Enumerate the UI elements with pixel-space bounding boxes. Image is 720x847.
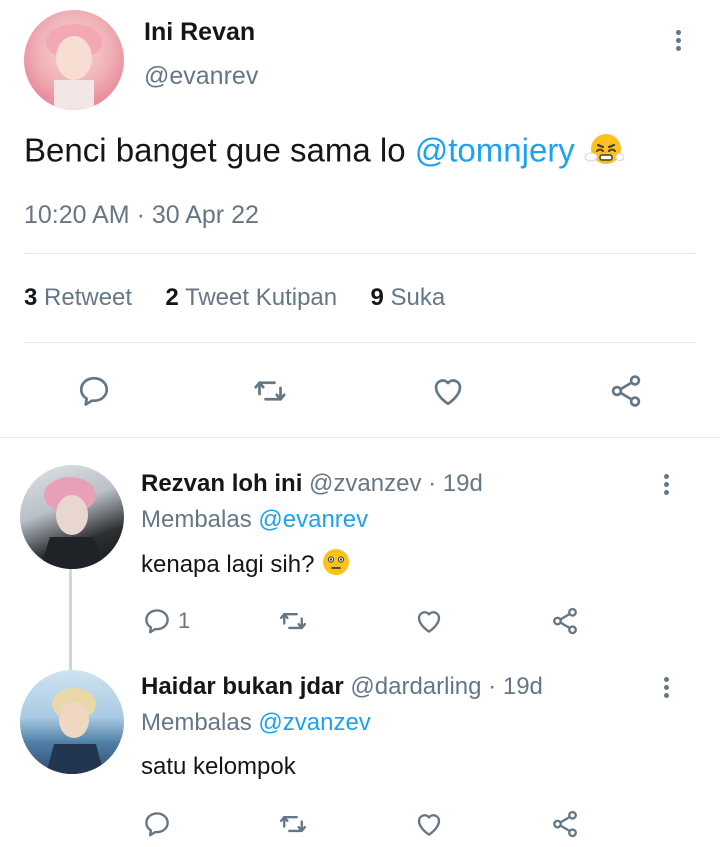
like-icon[interactable] — [428, 371, 468, 411]
reply-1-retweet-icon[interactable] — [276, 604, 310, 638]
like-label: Suka — [390, 284, 446, 311]
steam-from-nose-emoji-icon — [584, 131, 625, 175]
reply-2-text: satu kelompok — [141, 753, 296, 780]
reply-1-handle[interactable]: @zvanzev — [309, 470, 421, 497]
retweet-count: 3 — [24, 284, 38, 311]
tweet-mention-link[interactable]: @tomnjery — [415, 132, 575, 169]
reply-1-replying-to: Membalas @evanrev — [141, 506, 368, 534]
like-count: 9 — [370, 284, 384, 311]
reply-2-replying-mention[interactable]: @zvanzev — [258, 709, 370, 736]
reply-2-share-icon[interactable] — [548, 807, 582, 841]
author-avatar-photo — [46, 24, 102, 110]
reply-1-avatar-photo — [40, 477, 106, 569]
tweet-text-body: Benci banget gue sama lo — [24, 131, 415, 169]
reply-1-header: Rezvan loh ini @zvanzev · 19d — [141, 470, 483, 498]
author-avatar[interactable] — [24, 10, 124, 110]
reply-2-like-icon[interactable] — [412, 807, 446, 841]
reply-1-replying-mention[interactable]: @evanrev — [258, 506, 368, 533]
reply-1-replying-prefix: Membalas — [141, 506, 252, 533]
reply-2-more-options-icon[interactable] — [662, 677, 670, 701]
quote-label: Tweet Kutipan — [185, 284, 338, 311]
reply-1-display-name[interactable]: Rezvan loh ini — [141, 470, 302, 497]
reply-2-handle[interactable]: @dardarling — [350, 673, 481, 700]
reply-icon[interactable] — [74, 371, 114, 411]
author-display-name[interactable]: Ini Revan — [144, 18, 255, 47]
reply-2-reply-icon[interactable] — [140, 807, 174, 841]
thread-connector-line — [69, 568, 72, 670]
quote-count: 2 — [165, 284, 179, 311]
reply-2-avatar[interactable] — [20, 670, 124, 774]
share-icon[interactable] — [606, 371, 646, 411]
tweet-more-options-icon[interactable] — [674, 30, 682, 54]
reply-1-text: kenapa lagi sih? — [141, 547, 351, 584]
divider — [24, 253, 696, 254]
reply-1-age: · 19d — [428, 470, 483, 497]
reply-1-reply-icon[interactable] — [140, 604, 174, 638]
divider — [0, 437, 720, 438]
reply-2-replying-prefix: Membalas — [141, 709, 252, 736]
flushed-face-emoji-icon — [321, 547, 351, 584]
reply-2-header: Haidar bukan jdar @dardarling · 19d — [141, 673, 543, 701]
reply-1-avatar[interactable] — [20, 465, 124, 569]
reply-2-retweet-icon[interactable] — [276, 807, 310, 841]
reply-2-age: · 19d — [488, 673, 543, 700]
tweet-text: Benci banget gue sama lo @tomnjery — [24, 131, 625, 175]
reply-1-more-options-icon[interactable] — [662, 474, 670, 498]
quote-stat[interactable]: 2 Tweet Kutipan — [165, 284, 337, 311]
tweet-timestamp[interactable]: 10:20 AM · 30 Apr 22 — [24, 201, 259, 230]
retweet-stat[interactable]: 3 Retweet — [24, 284, 132, 311]
reply-1-text-body: kenapa lagi sih? — [141, 550, 322, 578]
reply-2-avatar-photo — [46, 688, 104, 774]
like-stat[interactable]: 9 Suka — [370, 284, 445, 311]
retweet-icon[interactable] — [250, 371, 290, 411]
reply-2-display-name[interactable]: Haidar bukan jdar — [141, 673, 344, 700]
reply-1-share-icon[interactable] — [548, 604, 582, 638]
divider — [24, 342, 696, 343]
author-handle[interactable]: @evanrev — [144, 62, 258, 91]
retweet-label: Retweet — [44, 284, 133, 311]
tweet-stats: 3 Retweet 2 Tweet Kutipan 9 Suka — [24, 284, 445, 312]
reply-2-replying-to: Membalas @zvanzev — [141, 709, 371, 737]
reply-1-like-icon[interactable] — [412, 604, 446, 638]
reply-1-reply-count: 1 — [178, 608, 191, 633]
